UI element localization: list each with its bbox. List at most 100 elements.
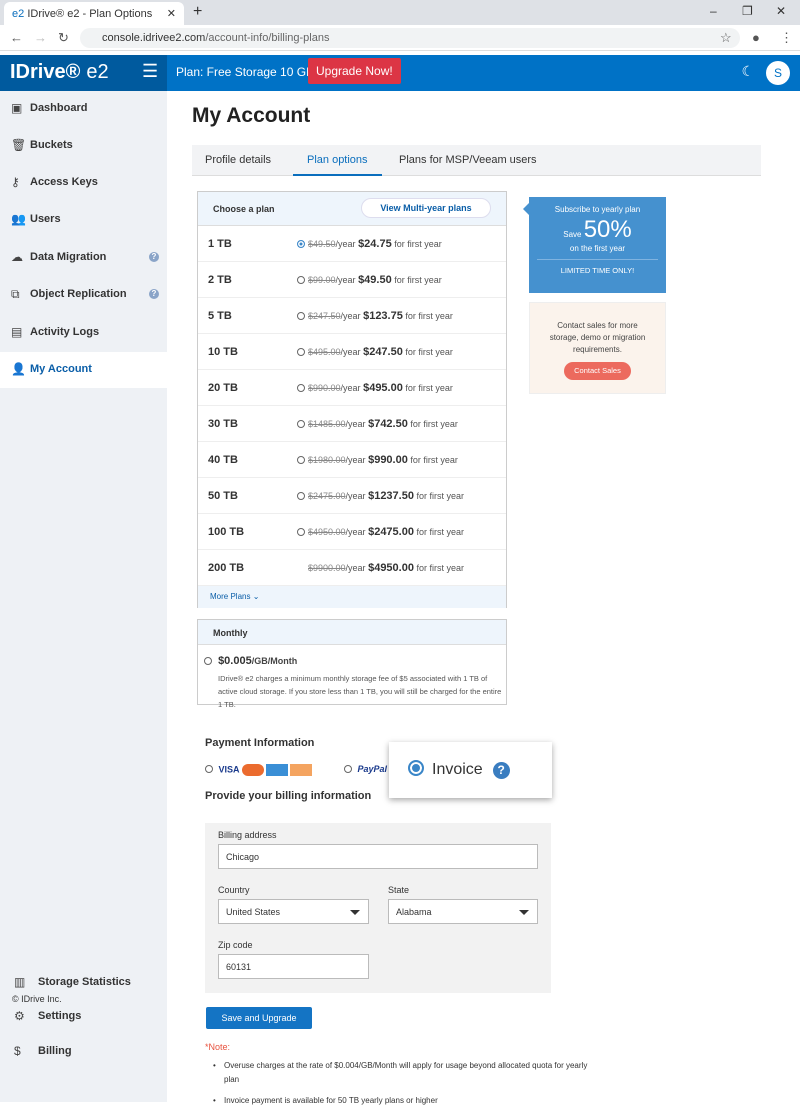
note-item: Invoice payment is available for 50 TB y… bbox=[213, 1094, 593, 1108]
dark-mode-icon[interactable]: ☾ bbox=[741, 63, 754, 80]
zip-code-input[interactable]: 60131 bbox=[218, 954, 369, 979]
discover-icon bbox=[289, 764, 312, 776]
reload-icon[interactable]: ↻ bbox=[58, 30, 69, 46]
plan-row[interactable]: 20 TB $990.00/year $495.00 for first year bbox=[198, 370, 506, 406]
plan-radio[interactable] bbox=[297, 420, 305, 428]
plan-size: 200 TB bbox=[208, 562, 245, 574]
profile-icon[interactable]: ● bbox=[752, 30, 760, 45]
sidebar-item-users[interactable]: 👥 Users bbox=[0, 202, 167, 238]
plan-radio[interactable] bbox=[297, 312, 305, 320]
hamburger-menu-icon[interactable]: ☰ bbox=[142, 61, 158, 82]
tab-plan-options[interactable]: Plan options bbox=[293, 154, 382, 176]
sidebar-item-billing[interactable]: $ Billing bbox=[0, 1034, 167, 1070]
view-multi-year-button[interactable]: View Multi-year plans bbox=[361, 198, 491, 218]
plan-price: $1485.00/year $742.50 for first year bbox=[297, 418, 458, 430]
monthly-plan-box: Monthly $0.005/GB/Month IDrive® e2 charg… bbox=[197, 619, 507, 709]
paypal-option[interactable]: PayPal bbox=[344, 764, 387, 774]
chart-icon: ▥ bbox=[14, 975, 26, 989]
sidebar-item-my-account[interactable]: 👤 My Account bbox=[0, 352, 167, 388]
help-icon[interactable]: ? bbox=[149, 252, 159, 262]
back-icon[interactable]: ← bbox=[10, 30, 23, 45]
close-tab-icon[interactable]: ✕ bbox=[167, 7, 176, 20]
help-icon[interactable]: ? bbox=[492, 762, 510, 779]
browser-tab[interactable]: e2 IDrive® e2 - Plan Options ✕ bbox=[4, 2, 184, 25]
card-radio[interactable] bbox=[205, 765, 213, 774]
plan-row[interactable]: 5 TB $247.50/year $123.75 for first year bbox=[198, 298, 506, 334]
plan-radio[interactable] bbox=[297, 240, 305, 248]
plan-radio[interactable] bbox=[297, 528, 305, 536]
payment-information-heading: Payment Information bbox=[205, 737, 315, 749]
sidebar-item-buckets[interactable]: 🗑 Buckets bbox=[0, 128, 167, 164]
tab-msp-veeam[interactable]: Plans for MSP/Veeam users bbox=[399, 154, 537, 166]
plan-row[interactable]: 50 TB $2475.00/year $1237.50 for first ye… bbox=[198, 478, 506, 514]
card-payment-option[interactable]: VISA bbox=[205, 764, 312, 776]
plan-row[interactable]: 30 TB $1485.00/year $742.50 for first yea… bbox=[198, 406, 506, 442]
help-icon[interactable]: ? bbox=[149, 289, 159, 299]
plan-size: 1 TB bbox=[208, 238, 232, 250]
account-tabs: Profile details Plan options Plans for M… bbox=[192, 145, 761, 176]
address-bar: ← → ↻ console.idrivee2.com/account-info/… bbox=[0, 25, 800, 51]
sidebar-item-activity-logs[interactable]: ▤ Activity Logs bbox=[0, 315, 167, 351]
browser-menu-icon[interactable]: ⋮ bbox=[780, 30, 793, 46]
plan-row[interactable]: 40 TB $1980.00/year $990.00 for first yea… bbox=[198, 442, 506, 478]
minimize-icon[interactable]: – bbox=[710, 4, 717, 18]
sidebar-item-settings[interactable]: ⚙ Settings bbox=[0, 999, 167, 1035]
close-window-icon[interactable]: ✕ bbox=[776, 4, 786, 18]
plan-size: 50 TB bbox=[208, 490, 238, 502]
sidebar-item-dashboard[interactable]: ▣ Dashboard bbox=[0, 91, 167, 127]
url-input[interactable]: console.idrivee2.com/account-info/billin… bbox=[80, 28, 740, 48]
plan-row[interactable]: 100 TB $4950.00/year $2475.00 for first y… bbox=[198, 514, 506, 550]
paypal-radio[interactable] bbox=[344, 765, 352, 773]
plan-size: 100 TB bbox=[208, 526, 245, 538]
plan-radio[interactable] bbox=[297, 348, 305, 356]
amex-icon bbox=[265, 764, 288, 776]
plan-price: $990.00/year $495.00 for first year bbox=[297, 382, 453, 394]
plan-row[interactable]: 2 TB $99.00/year $49.50 for first year bbox=[198, 262, 506, 298]
page-title: My Account bbox=[192, 104, 311, 127]
save-and-upgrade-button[interactable]: Save and Upgrade bbox=[206, 1007, 312, 1029]
plan-price: $4950.00/year $2475.00 for first year bbox=[297, 526, 464, 538]
plan-price: $2475.00/year $1237.50 for first year bbox=[297, 490, 464, 502]
contact-sales-button[interactable]: Contact Sales bbox=[564, 362, 631, 380]
plan-row[interactable]: 1 TB $49.50/year $24.75 for first year bbox=[198, 226, 506, 262]
logs-icon: ▤ bbox=[11, 325, 23, 339]
invoice-radio[interactable] bbox=[408, 760, 424, 776]
state-select[interactable]: Alabama bbox=[388, 899, 538, 924]
plan-row[interactable]: 10 TB $495.00/year $247.50 for first year bbox=[198, 334, 506, 370]
forward-icon[interactable]: → bbox=[34, 30, 47, 45]
state-label: State bbox=[388, 885, 410, 895]
plan-row[interactable]: 200 TB $9900.00/year $4950.00 for first y… bbox=[198, 550, 506, 586]
restore-icon[interactable]: ❐ bbox=[742, 4, 753, 18]
monthly-plan-option[interactable]: $0.005/GB/Month bbox=[204, 655, 297, 667]
monthly-radio[interactable] bbox=[204, 657, 212, 665]
billing-form: Billing address Chicago Country United S… bbox=[205, 823, 551, 993]
replication-icon: ⧉ bbox=[11, 287, 20, 301]
country-select[interactable]: United States bbox=[218, 899, 369, 924]
plan-radio[interactable] bbox=[297, 456, 305, 464]
upgrade-now-button[interactable]: Upgrade Now! bbox=[308, 58, 401, 84]
address-label: Billing address bbox=[218, 830, 277, 840]
billing-info-heading: Provide your billing information bbox=[205, 790, 372, 802]
chevron-down-icon: ⌄ bbox=[252, 592, 260, 601]
billing-address-input[interactable]: Chicago bbox=[218, 844, 538, 869]
bookmark-star-icon[interactable]: ☆ bbox=[720, 30, 732, 46]
dashboard-icon: ▣ bbox=[11, 101, 23, 115]
invoice-option[interactable]: Invoice? bbox=[389, 742, 552, 798]
plan-radio[interactable] bbox=[297, 276, 305, 284]
yearly-plans-box: Choose a plan View Multi-year plans 1 TB $… bbox=[197, 191, 507, 608]
tab-profile-details[interactable]: Profile details bbox=[205, 154, 271, 166]
plan-label: Plan: Free Storage 10 GB bbox=[176, 65, 315, 79]
caret-down-icon bbox=[350, 910, 360, 915]
sidebar-item-data-migration[interactable]: ☁ Data Migration? bbox=[0, 240, 167, 276]
sidebar-item-object-replication[interactable]: ⧉ Object Replication? bbox=[0, 277, 167, 313]
yearly-promo-banner: Subscribe to yearly plan Save 50% on the… bbox=[523, 197, 666, 293]
more-plans-link[interactable]: More Plans ⌄ bbox=[198, 586, 506, 608]
key-icon: ⚷ bbox=[11, 175, 20, 189]
avatar[interactable]: S bbox=[766, 61, 790, 85]
cloud-icon: ☁ bbox=[11, 250, 23, 264]
plan-radio[interactable] bbox=[297, 384, 305, 392]
sidebar-item-access-keys[interactable]: ⚷ Access Keys bbox=[0, 165, 167, 201]
plan-size: 40 TB bbox=[208, 454, 238, 466]
plan-radio[interactable] bbox=[297, 492, 305, 500]
new-tab-button[interactable]: + bbox=[193, 3, 202, 21]
